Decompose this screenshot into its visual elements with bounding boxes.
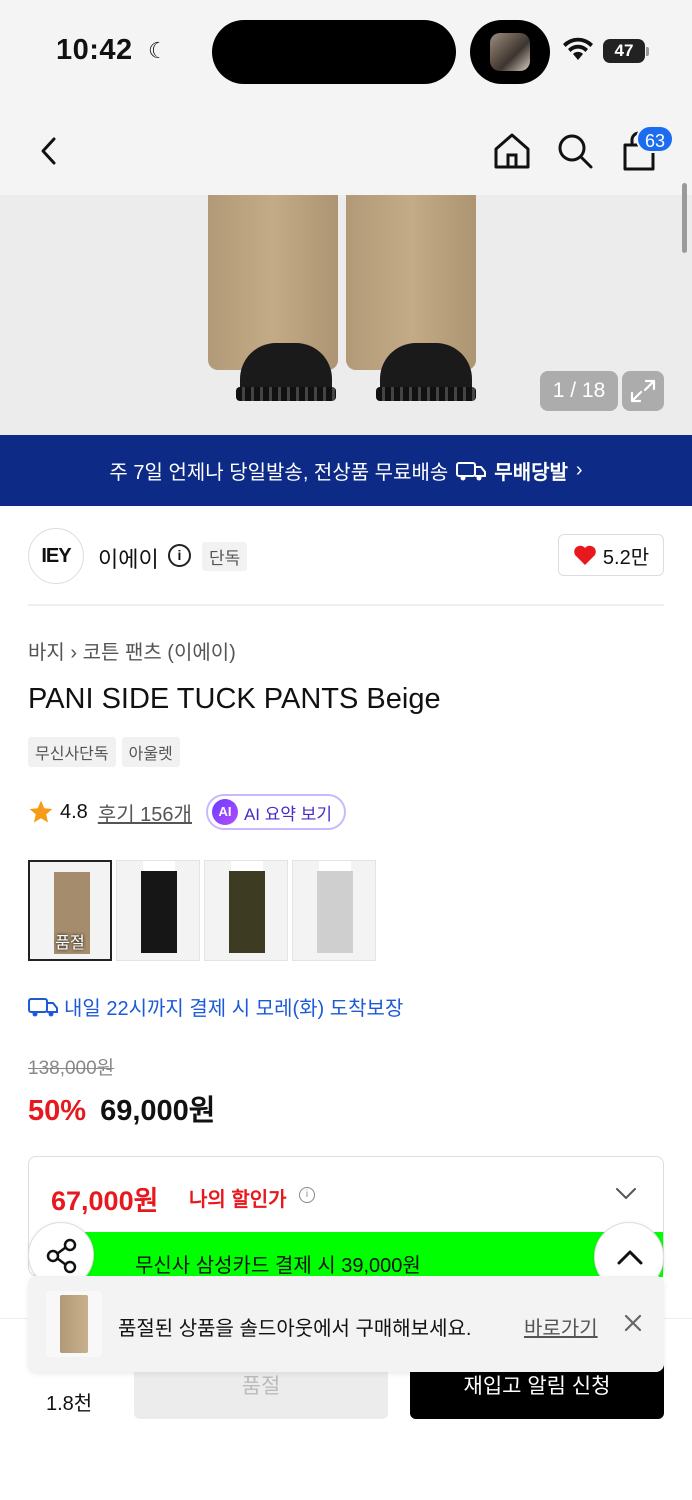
expand-icon[interactable]: [622, 371, 664, 411]
breadcrumb-category[interactable]: 바지: [28, 642, 65, 664]
ai-summary-label: AI 요약 보기: [243, 804, 333, 824]
delivery-text: 내일 22시까지 결제 시 모레(화) 도착보장: [64, 998, 404, 1020]
star-icon: [29, 800, 53, 823]
search-icon[interactable]: [553, 129, 597, 173]
top-nav-bar: [0, 105, 692, 195]
swatch-grey[interactable]: [292, 860, 376, 961]
status-bar: 10:42 ☾ 47: [0, 0, 692, 105]
sale-price: 69,000원: [100, 1095, 216, 1127]
my-discount-price: 67,000원: [51, 1186, 159, 1216]
breadcrumb: 바지 › 코튼 팬츠 (이에이): [28, 636, 236, 665]
card-promo-text: 무신사 삼성카드 결제 시 39,000원: [135, 1255, 421, 1277]
free-shipping-banner[interactable]: 주 7일 언제나 당일발송, 전상품 무료배송 무배당발 ›: [0, 435, 692, 506]
battery-cap: [646, 47, 649, 56]
exclusive-badge: 단독: [202, 542, 248, 571]
divider: [28, 604, 664, 606]
delivery-guarantee[interactable]: 내일 22시까지 결제 시 모레(화) 도착보장: [28, 992, 403, 1021]
product-title: PANI SIDE TUCK PANTS Beige: [28, 683, 441, 715]
banner-text: 주 7일 언제나 당일발송, 전상품 무료배송: [109, 462, 449, 484]
ai-icon: AI: [211, 799, 238, 825]
brand-name[interactable]: 이에이: [98, 542, 159, 574]
like-count: 1.8천: [46, 1393, 93, 1415]
info-icon[interactable]: i: [299, 1187, 315, 1203]
wifi-icon: [563, 37, 593, 60]
delivery-truck-icon: [28, 997, 58, 1016]
swatch-beige[interactable]: 품절: [28, 860, 112, 961]
image-counter: 1 / 18: [540, 371, 618, 411]
delivery-truck-icon: [456, 461, 487, 480]
battery-icon: 47: [603, 39, 645, 63]
chevron-right-icon: ›: [575, 459, 583, 481]
home-icon[interactable]: [490, 129, 534, 173]
toast-message: 품절된 상품을 솔드아웃에서 구매해보세요.: [118, 1318, 472, 1340]
back-arrow-icon[interactable]: [28, 129, 72, 173]
battery-level: 47: [614, 41, 634, 60]
shoe-sole-right: [376, 387, 476, 401]
banner-badge: 무배당발: [494, 462, 568, 484]
my-discount-box[interactable]: 67,000원 나의 할인가 i 무신사 삼성카드 결제 시 39,000원 자…: [28, 1156, 664, 1277]
info-icon[interactable]: i: [168, 544, 191, 567]
swatch-olive[interactable]: [204, 860, 288, 961]
chevron-right-icon: ›: [70, 642, 83, 664]
original-price: 138,000원: [28, 1058, 115, 1079]
now-playing-thumbnail: [470, 20, 550, 84]
chevron-down-icon[interactable]: [615, 1187, 637, 1201]
my-discount-label: 나의 할인가: [189, 1189, 287, 1211]
tag-outlet: 아울렛: [121, 737, 180, 767]
rating-row: 4.8 후기 156개 AI AI 요약 보기: [28, 794, 347, 830]
moon-icon: ☾: [148, 38, 168, 63]
card-promo-strip[interactable]: 무신사 삼성카드 결제 시 39,000원 자세: [79, 1232, 663, 1277]
swatch-soldout-label: 품절: [55, 935, 85, 952]
discount-rate: 50%: [28, 1095, 87, 1127]
scrollbar[interactable]: [682, 183, 687, 253]
dynamic-island: [212, 20, 456, 84]
swatch-black[interactable]: [116, 860, 200, 961]
ai-summary-button[interactable]: AI AI 요약 보기: [205, 794, 347, 830]
shoe-sole-left: [236, 387, 336, 401]
review-link[interactable]: 후기 156개: [98, 798, 192, 827]
soldout-toast: 품절된 상품을 솔드아웃에서 구매해보세요. 바로가기: [28, 1276, 664, 1372]
brand-like-count: 5.2만: [602, 546, 650, 569]
close-icon[interactable]: [620, 1310, 646, 1336]
color-swatches: 품절: [28, 860, 376, 961]
brand-row: IEY 이에이 i 단독 5.2만: [28, 528, 664, 584]
brand-logo[interactable]: IEY: [28, 528, 84, 584]
breadcrumb-subcategory[interactable]: 코튼 팬츠 (이에이): [83, 642, 236, 664]
rating-value: 4.8: [60, 800, 88, 823]
cart-count-badge: 63: [636, 125, 674, 153]
brand-like-button[interactable]: 5.2만: [558, 534, 664, 576]
status-time: 10:42: [56, 34, 133, 66]
tag-exclusive: 무신사단독: [28, 737, 116, 767]
heart-icon: [574, 545, 596, 565]
sale-price-row: 50% 69,000원: [28, 1087, 216, 1129]
toast-go-link[interactable]: 바로가기: [524, 1312, 598, 1341]
product-tags: 무신사단독 아울렛: [28, 737, 180, 767]
toast-product-thumbnail: [46, 1291, 102, 1357]
